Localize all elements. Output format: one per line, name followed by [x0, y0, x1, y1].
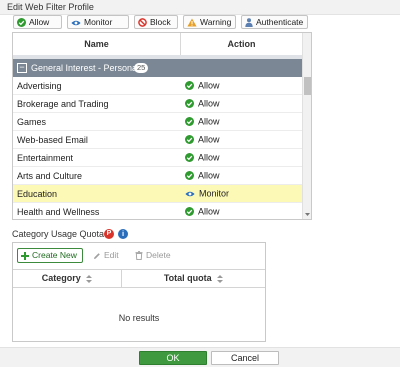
check-circle-icon — [185, 81, 194, 91]
total-quota-column-header[interactable]: Total quota — [122, 270, 265, 287]
check-circle-icon — [185, 135, 194, 145]
category-action[interactable]: Monitor — [185, 188, 229, 199]
edit-label: Edit — [104, 250, 119, 260]
collapse-icon[interactable]: − — [17, 63, 27, 73]
category-action[interactable]: Allow — [185, 80, 220, 91]
action-column-header[interactable]: Action — [181, 33, 302, 55]
proxy-badge-icon: P — [104, 229, 114, 239]
category-name: Advertising — [17, 81, 62, 91]
table-header: Name Action — [13, 33, 302, 56]
category-action-label: Allow — [198, 80, 220, 91]
category-name: Games — [17, 117, 47, 127]
pencil-icon — [94, 252, 100, 259]
scrollbar-thumb[interactable] — [304, 77, 311, 95]
block-button-label: Block — [150, 17, 171, 27]
eye-icon — [185, 191, 195, 196]
authenticate-button[interactable]: Authenticate — [241, 15, 308, 29]
eye-icon — [71, 20, 81, 26]
action-toolbar: Allow Monitor Block Warning Authenticate — [13, 14, 308, 31]
category-count-badge: 25 — [134, 63, 149, 73]
quota-table: Create New Edit Delete Category Total qu… — [12, 242, 266, 342]
create-new-label: Create New — [32, 250, 77, 260]
block-icon — [138, 18, 147, 28]
dialog-footer: OK Cancel — [0, 347, 400, 367]
table-scrollbar[interactable] — [302, 33, 312, 219]
category-table: Name Action − General Interest - Persona… — [12, 32, 312, 220]
warning-button[interactable]: Warning — [183, 15, 236, 29]
category-group-header[interactable]: − General Interest - Personal 25 — [13, 59, 302, 77]
edit-button[interactable]: Edit — [89, 248, 127, 263]
table-row[interactable]: Brokerage and Trading Allow — [13, 95, 302, 113]
monitor-button[interactable]: Monitor — [67, 15, 129, 29]
category-action-label: Allow — [198, 134, 220, 145]
table-row-selected[interactable]: Education Monitor — [13, 185, 302, 203]
category-name: Entertainment — [17, 153, 74, 163]
warning-button-label: Warning — [200, 17, 232, 27]
category-column-label: Category — [41, 273, 81, 283]
category-action-label: Allow — [198, 170, 220, 181]
info-icon[interactable]: i — [118, 229, 128, 239]
quota-table-header: Category Total quota — [13, 269, 265, 288]
table-row[interactable]: Arts and Culture Allow — [13, 167, 302, 185]
monitor-button-label: Monitor — [84, 17, 113, 27]
category-name: Web-based Email — [17, 135, 88, 145]
table-row[interactable]: Advertising Allow — [13, 77, 302, 95]
category-action-label: Allow — [198, 116, 220, 127]
authenticate-button-label: Authenticate — [256, 17, 304, 27]
category-name: Arts and Culture — [17, 171, 83, 181]
allow-button[interactable]: Allow — [13, 15, 62, 29]
check-circle-icon — [185, 153, 194, 163]
table-row[interactable]: Entertainment Allow — [13, 149, 302, 167]
cancel-button[interactable]: Cancel — [211, 351, 279, 365]
category-action[interactable]: Allow — [185, 170, 220, 181]
category-name: Brokerage and Trading — [17, 99, 109, 109]
category-group-label: General Interest - Personal — [31, 63, 140, 73]
category-action[interactable]: Allow — [185, 134, 220, 145]
scroll-down-icon[interactable] — [303, 210, 312, 219]
check-circle-icon — [185, 171, 194, 181]
delete-label: Delete — [146, 250, 171, 260]
user-icon — [245, 18, 253, 28]
sort-icon — [217, 274, 224, 283]
quota-section-title: Category Usage Quota — [12, 229, 105, 239]
category-action[interactable]: Allow — [185, 98, 220, 109]
dialog-title: Edit Web Filter Profile — [7, 2, 94, 12]
ok-button[interactable]: OK — [139, 351, 207, 365]
category-action-label: Allow — [198, 98, 220, 109]
table-row[interactable]: Health and Wellness Allow — [13, 203, 302, 219]
category-name: Education — [17, 189, 58, 199]
category-name: Health and Wellness — [17, 207, 100, 217]
name-column-header[interactable]: Name — [13, 33, 181, 55]
check-circle-icon — [17, 18, 26, 28]
category-action-label: Allow — [198, 206, 220, 217]
check-circle-icon — [185, 207, 194, 217]
delete-button[interactable]: Delete — [131, 248, 181, 263]
category-action-label: Allow — [198, 152, 220, 163]
category-rows: Advertising Allow Brokerage and Trading … — [13, 77, 302, 219]
dialog-titlebar: Edit Web Filter Profile — [0, 0, 400, 15]
table-row[interactable]: Games Allow — [13, 113, 302, 131]
empty-state-text: No results — [118, 313, 160, 323]
trash-icon — [135, 251, 143, 261]
total-quota-column-label: Total quota — [163, 273, 212, 283]
check-circle-icon — [185, 99, 194, 109]
sort-icon — [86, 274, 93, 283]
create-new-button[interactable]: Create New — [17, 248, 83, 263]
warning-icon — [187, 18, 197, 27]
category-action[interactable]: Allow — [185, 206, 220, 217]
category-action-label: Monitor — [199, 188, 230, 199]
check-circle-icon — [185, 117, 194, 127]
plus-icon — [21, 251, 29, 260]
category-action[interactable]: Allow — [185, 116, 220, 127]
category-action[interactable]: Allow — [185, 152, 220, 163]
table-row[interactable]: Web-based Email Allow — [13, 131, 302, 149]
block-button[interactable]: Block — [134, 15, 178, 29]
allow-button-label: Allow — [29, 17, 50, 27]
category-column-header[interactable]: Category — [13, 270, 122, 287]
